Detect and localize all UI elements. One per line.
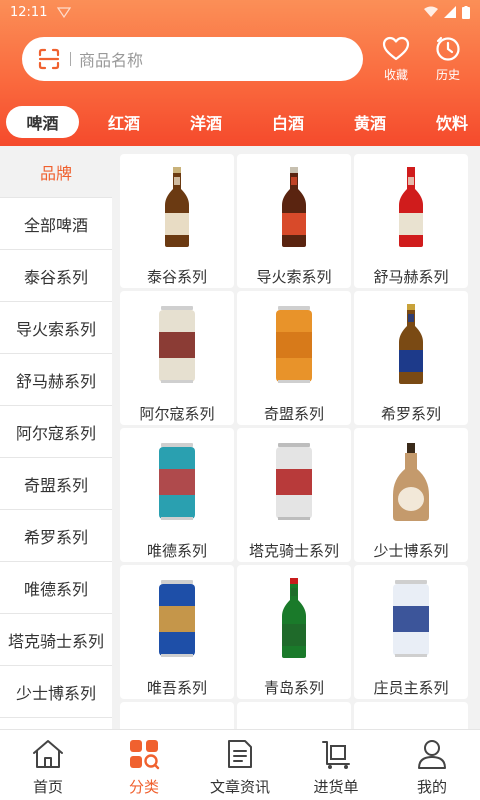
product-card[interactable]: 阿尔寇系列	[120, 291, 234, 425]
product-image	[237, 162, 351, 252]
product-card[interactable]: 希罗系列	[354, 291, 468, 425]
product-name: 唯德系列	[146, 542, 207, 560]
user-icon	[418, 740, 446, 769]
nav-home[interactable]: 首页	[0, 730, 96, 800]
sidenav-item-daohuosuo[interactable]: 导火索系列	[0, 302, 112, 354]
product-card[interactable]: 唯吾系列	[120, 565, 234, 699]
bottom-nav: 首页 分类 文章资讯 进货单 我的	[0, 729, 480, 800]
status-bar: 12:11	[0, 0, 480, 24]
nav-purchase-list[interactable]: 进货单	[288, 730, 384, 800]
sidenav-item-weide[interactable]: 唯德系列	[0, 562, 112, 614]
product-image	[237, 436, 351, 526]
sidenav-item-xiluo[interactable]: 希罗系列	[0, 510, 112, 562]
product-image	[354, 436, 468, 526]
product-image	[120, 436, 234, 526]
product-image	[120, 573, 234, 663]
product-name: 希罗系列	[380, 405, 441, 423]
product-card[interactable]: 奇盟系列	[237, 291, 351, 425]
product-image	[120, 299, 234, 389]
tab-foreign-liquor[interactable]: 洋酒	[174, 106, 238, 138]
product-card[interactable]	[354, 702, 468, 729]
product-name: 奇盟系列	[263, 405, 324, 423]
side-nav: 品牌 全部啤酒 泰谷系列 导火索系列 舒马赫系列 阿尔寇系列 奇盟系列 希罗系列…	[0, 146, 112, 729]
scan-icon[interactable]	[36, 46, 62, 72]
product-name: 少士博系列	[373, 542, 449, 560]
signal-icon	[444, 6, 456, 18]
nav-purchase-list-label: 进货单	[313, 778, 359, 796]
status-indicators	[424, 5, 470, 19]
sidenav-item-taigu[interactable]: 泰谷系列	[0, 250, 112, 302]
favorites-label: 收藏	[383, 68, 408, 82]
product-card[interactable]: 塔克骑士系列	[237, 428, 351, 562]
product-name: 阿尔寇系列	[139, 405, 215, 423]
tab-beer[interactable]: 啤酒	[6, 106, 79, 138]
tab-baijiu[interactable]: 白酒	[256, 106, 320, 138]
favorites-button[interactable]: 收藏	[376, 36, 416, 86]
product-image	[354, 573, 468, 663]
tab-huangjiu[interactable]: 黄酒	[338, 106, 402, 138]
home-icon	[33, 740, 63, 768]
search-bar[interactable]: 商品名称	[22, 37, 363, 81]
history-label: 历史	[435, 68, 460, 82]
sidenav-item-aerkou[interactable]: 阿尔寇系列	[0, 406, 112, 458]
tab-beverages[interactable]: 饮料	[420, 106, 480, 138]
history-button[interactable]: 历史	[428, 36, 468, 86]
nav-articles[interactable]: 文章资讯	[192, 730, 288, 800]
product-card[interactable]: 导火索系列	[237, 154, 351, 288]
product-name: 泰谷系列	[146, 268, 207, 286]
clock-icon	[436, 36, 460, 61]
nav-home-label: 首页	[32, 778, 63, 796]
product-card[interactable]	[237, 702, 351, 729]
product-image	[354, 299, 468, 389]
product-card[interactable]: 青岛系列	[237, 565, 351, 699]
product-image	[120, 162, 234, 252]
nav-category[interactable]: 分类	[96, 730, 192, 800]
article-icon	[228, 740, 252, 768]
sidenav-item-shumahe[interactable]: 舒马赫系列	[0, 354, 112, 406]
product-image	[237, 299, 351, 389]
product-image	[354, 162, 468, 252]
product-name: 青岛系列	[263, 679, 324, 697]
notification-icon	[57, 7, 72, 18]
product-name: 庄员主系列	[373, 679, 449, 697]
product-name: 导火索系列	[256, 268, 332, 286]
search-divider	[70, 52, 71, 66]
sidenav-item-take-knight[interactable]: 塔克骑士系列	[0, 614, 112, 666]
product-name: 塔克骑士系列	[248, 542, 339, 560]
header: 12:11 商品名称 收藏 历史 啤酒 红酒 洋酒 白酒 黄酒 饮料	[0, 0, 480, 146]
sidenav-item-all-beer[interactable]: 全部啤酒	[0, 198, 112, 250]
category-tabs: 啤酒 红酒 洋酒 白酒 黄酒 饮料	[0, 104, 480, 142]
sidenav-item-shaoshibo[interactable]: 少士博系列	[0, 666, 112, 718]
nav-articles-label: 文章资讯	[209, 778, 270, 796]
product-card[interactable]: 庄员主系列	[354, 565, 468, 699]
category-icon	[130, 740, 160, 770]
sidenav-item-brand[interactable]: 品牌	[0, 146, 112, 198]
product-name: 唯吾系列	[146, 679, 207, 697]
nav-category-label: 分类	[128, 778, 159, 796]
search-input[interactable]: 商品名称	[79, 47, 143, 71]
cart-icon	[322, 741, 350, 769]
tab-red-wine[interactable]: 红酒	[92, 106, 156, 138]
product-image	[237, 573, 351, 663]
nav-profile-label: 我的	[416, 778, 447, 796]
product-card[interactable]: 泰谷系列	[120, 154, 234, 288]
product-card[interactable]: 唯德系列	[120, 428, 234, 562]
sidenav-item-qimeng[interactable]: 奇盟系列	[0, 458, 112, 510]
heart-icon	[382, 36, 410, 61]
wifi-icon	[424, 6, 438, 17]
product-card[interactable]: 舒马赫系列	[354, 154, 468, 288]
status-time: 12:11	[10, 4, 48, 20]
product-grid: 泰谷系列 导火索系列 舒马赫系列阿尔寇系列 奇盟系列 希罗系列唯德系列 塔克骑士系列 少士博…	[112, 146, 480, 729]
product-name: 舒马赫系列	[373, 268, 449, 286]
battery-icon	[462, 5, 470, 19]
nav-profile[interactable]: 我的	[384, 730, 480, 800]
product-card[interactable]	[120, 702, 234, 729]
product-card[interactable]: 少士博系列	[354, 428, 468, 562]
